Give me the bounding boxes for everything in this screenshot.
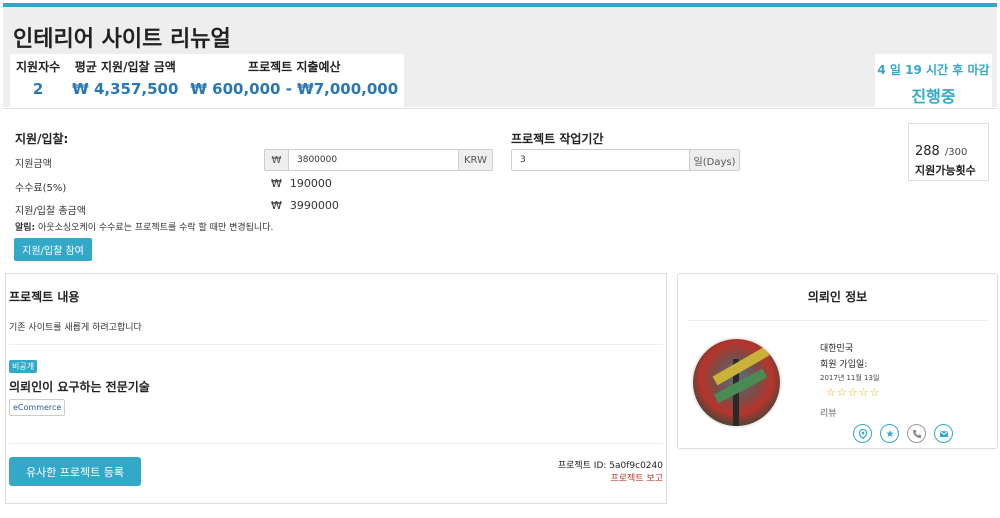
fee-notice: 알림: 아웃소싱오케이 수수료는 프로젝트를 수락 할 때만 변경됩니다. [15, 220, 273, 233]
verification-icons [853, 424, 953, 443]
bid-amount-group: ₩ KRW [264, 149, 493, 171]
private-badge: 비공개 [9, 360, 38, 373]
bid-amount-input[interactable] [289, 150, 458, 170]
project-header: 인테리어 사이트 리뉴얼 지원자수 2 평균 지원/입찰 금액 ₩ 4,357,… [3, 7, 997, 109]
phone-icon[interactable] [907, 424, 926, 443]
client-joined-label: 회원 가입일: [820, 360, 868, 370]
fee-label: 수수료(5%) [15, 183, 67, 194]
total-value: ₩3990000 [271, 199, 339, 212]
remaining-max: /300 [944, 147, 968, 158]
location-icon[interactable] [853, 424, 872, 443]
client-country: 대한민국 [820, 344, 854, 354]
stat-value: 2 [32, 80, 44, 98]
total-label: 지원/입찰 총금액 [15, 206, 86, 217]
remaining-label: 지원가능횟수 [915, 164, 976, 177]
bid-amount-label: 지원금액 [15, 159, 52, 170]
submit-bid-button[interactable]: 지원/입찰 참여 [14, 238, 92, 261]
notice-prefix: 알림: [15, 223, 36, 233]
work-period-input[interactable] [512, 150, 689, 170]
remaining-count: 288 [915, 144, 940, 159]
stat-value: ₩ 600,000 - ₩7,000,000 [190, 80, 399, 98]
work-period-title: 프로젝트 작업기간 [511, 132, 604, 146]
period-unit: 일(Days) [689, 150, 739, 170]
fee-value: ₩190000 [271, 177, 332, 190]
bid-section-title: 지원/입찰: [15, 132, 69, 146]
client-title: 의뢰인 정보 [807, 290, 868, 304]
divider [9, 344, 663, 345]
stat-value: ₩ 4,357,500 [72, 80, 179, 98]
stat-label: 프로젝트 지출예산 [248, 60, 341, 74]
stat-budget: 프로젝트 지출예산 ₩ 600,000 - ₩7,000,000 [184, 54, 404, 109]
content-title: 프로젝트 내용 [9, 290, 80, 304]
project-stats: 지원자수 2 평균 지원/입찰 금액 ₩ 4,357,500 프로젝트 지출예산… [10, 54, 405, 109]
project-id: 프로젝트 ID: 5a0f9c0240 [557, 461, 663, 471]
client-joined-date: 2017년 11월 13일 [820, 374, 880, 382]
stat-label: 평균 지원/입찰 금액 [74, 60, 176, 74]
stat-label: 지원자수 [16, 60, 61, 74]
status-badge: 진행중 [911, 87, 956, 106]
remaining-bids-box: 288 /300 지원가능횟수 [908, 123, 989, 181]
post-similar-project-button[interactable]: 유사한 프로젝트 등록 [9, 457, 141, 486]
client-info-panel: 의뢰인 정보 대한민국 회원 가입일: 2017년 11월 13일 ☆☆☆☆☆ … [677, 273, 998, 449]
client-review-label: 리뷰 [820, 409, 837, 419]
skill-tag[interactable]: eCommerce [9, 399, 66, 416]
page-title: 인테리어 사이트 리뉴얼 [13, 27, 231, 52]
divider [9, 443, 663, 444]
work-period-group: 일(Days) [511, 149, 740, 171]
skills-title: 의뢰인이 요구하는 전문기술 [9, 380, 150, 394]
project-content-panel: 프로젝트 내용 기존 사이트를 새롭게 하려고합니다 비공개 의뢰인이 요구하는… [5, 273, 667, 504]
total-amount: 3990000 [289, 199, 339, 212]
rating-stars: ☆☆☆☆☆ [826, 386, 881, 399]
project-description: 기존 사이트를 새롭게 하려고합니다 [9, 323, 142, 333]
avatar [691, 337, 782, 428]
stat-average-bid: 평균 지원/입찰 금액 ₩ 4,357,500 [66, 54, 184, 109]
notice-text: 아웃소싱오케이 수수료는 프로젝트를 수락 할 때만 변경됩니다. [35, 223, 274, 233]
report-project-link[interactable]: 프로젝트 보고 [610, 471, 663, 484]
currency-symbol: ₩ [271, 199, 282, 212]
currency-symbol: ₩ [265, 150, 289, 170]
verified-badge-icon[interactable] [880, 424, 899, 443]
fee-amount: 190000 [289, 177, 332, 190]
email-icon[interactable] [934, 424, 953, 443]
stat-applicants: 지원자수 2 [10, 54, 66, 109]
currency-code: KRW [458, 150, 492, 170]
divider [688, 320, 988, 321]
currency-symbol: ₩ [271, 177, 282, 190]
deadline-time: 4 일 19 시간 후 마감 [877, 63, 990, 77]
bid-panel: 지원/입찰: 지원금액 ₩ KRW 수수료(5%) ₩190000 지원/입찰 … [3, 108, 997, 270]
deadline-box: 4 일 19 시간 후 마감 진행중 [875, 54, 992, 109]
